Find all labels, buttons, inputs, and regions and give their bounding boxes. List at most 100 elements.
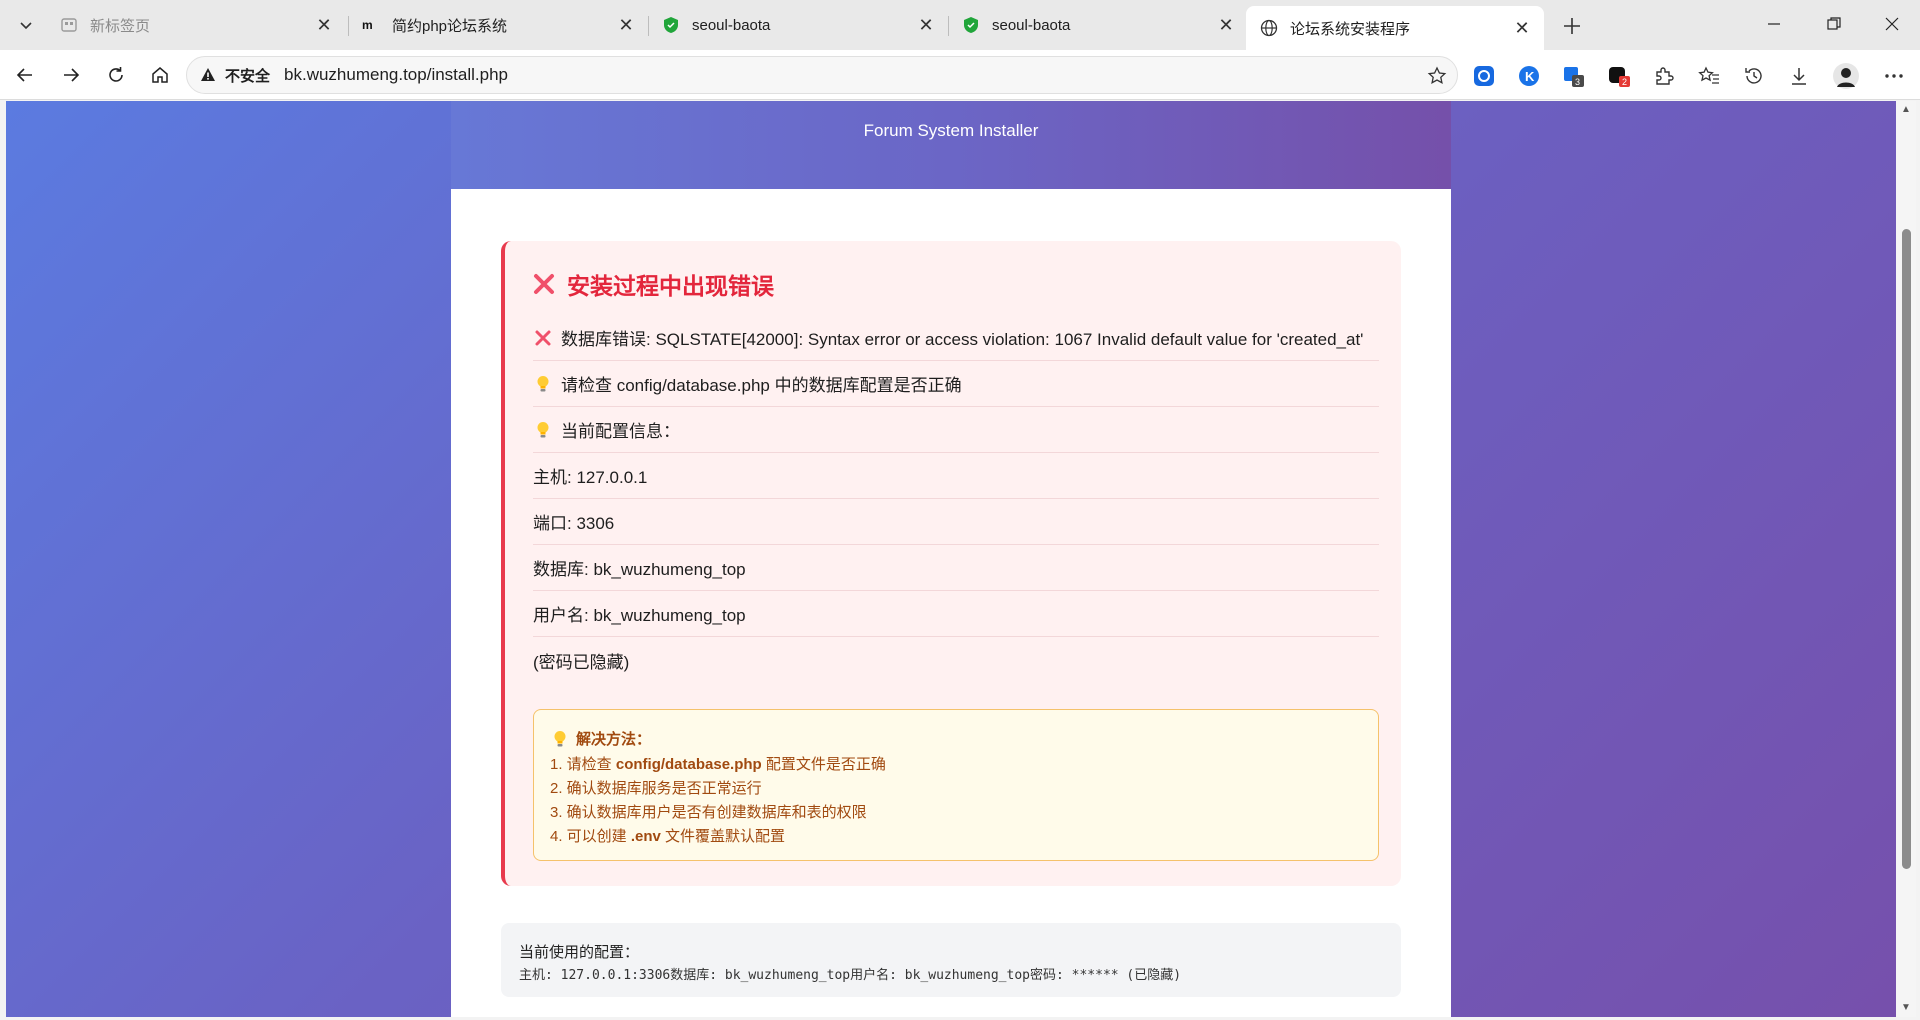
site-logo-icon: m <box>362 16 380 34</box>
installer-panel: Forum System Installer 安装过程中出现错误 数据库错误: … <box>451 101 1451 1017</box>
svg-text:m: m <box>362 18 373 32</box>
config-info-heading-text: 当前配置信息： <box>561 422 680 441</box>
config-password-text: (密码已隐藏) <box>533 652 630 672</box>
new-tab-page-icon <box>60 16 78 34</box>
warning-icon[interactable] <box>199 66 217 84</box>
tab-actions-menu-button[interactable] <box>8 8 44 42</box>
solution-item: 4. 可以创建 .env 文件覆盖默认配置 <box>550 825 1362 849</box>
svg-text:K: K <box>1525 69 1535 84</box>
extension-screenshot-icon[interactable] <box>1470 62 1498 90</box>
config-port-line: 端口: 3306 <box>533 499 1379 545</box>
forward-button[interactable] <box>54 58 88 92</box>
tab-title: seoul-baota <box>692 16 771 34</box>
favorite-star-icon[interactable] <box>1425 64 1449 88</box>
tab-title: 简约php论坛系统 <box>392 17 508 35</box>
close-window-button[interactable] <box>1864 0 1920 48</box>
extension-k-icon[interactable]: K <box>1515 62 1543 90</box>
scroll-down-arrow-icon[interactable]: ▼ <box>1900 1003 1912 1013</box>
close-tab-icon[interactable]: ✕ <box>614 13 638 37</box>
minimize-icon <box>1768 23 1780 25</box>
scroll-up-arrow-icon[interactable]: ▲ <box>1900 105 1912 115</box>
favorites-icon[interactable] <box>1695 62 1723 90</box>
config-password-line: (密码已隐藏) <box>533 637 1379 683</box>
solution-item: 3. 确认数据库用户是否有创建数据库和表的权限 <box>550 801 1362 825</box>
close-icon <box>1885 17 1899 31</box>
config-username-text: 用户名: bk_wuzhumeng_top <box>533 606 746 625</box>
solution-item-text: 4. 可以创建 <box>550 828 631 845</box>
restore-button[interactable] <box>1806 0 1862 48</box>
error-title: 安装过程中出现错误 <box>533 267 774 301</box>
current-config-line: 主机: 127.0.0.1:3306数据库: bk_wuzhumeng_top用… <box>519 968 1182 983</box>
solution-item-code: .env <box>630 828 661 845</box>
config-port-text: 端口: 3306 <box>533 514 615 533</box>
tab-installer-active[interactable]: 论坛系统安装程序 ✕ <box>1246 6 1544 50</box>
close-tab-icon[interactable]: ✕ <box>914 13 938 37</box>
shield-icon <box>662 16 680 34</box>
url-text[interactable]: bk.wuzhumeng.top/install.php <box>284 65 508 85</box>
solution-item: 2. 确认数据库服务是否正常运行 <box>550 777 1362 801</box>
close-tab-icon[interactable]: ✕ <box>1214 13 1238 37</box>
error-message-text: 数据库错误: SQLSTATE[42000]: Syntax error or … <box>561 330 1364 349</box>
solution-title: 解决方法： <box>550 728 1362 749</box>
solution-item-text: 2. 确认数据库服务是否正常运行 <box>550 780 762 797</box>
svg-text:2: 2 <box>1622 77 1627 87</box>
tab-seoul-baota-2[interactable]: seoul-baota ✕ <box>948 7 1248 43</box>
installer-header: Forum System Installer <box>451 101 1451 189</box>
solution-item: 1. 请检查 config/database.php 配置文件是否正确 <box>550 753 1362 777</box>
plus-icon <box>1564 18 1580 34</box>
globe-icon <box>1260 19 1278 37</box>
error-hint-line: 请检查 config/database.php 中的数据库配置是否正确 <box>533 361 1379 407</box>
shield-icon <box>962 16 980 34</box>
solution-box: 解决方法： 1. 请检查 config/database.php 配置文件是否正… <box>533 709 1379 861</box>
config-info-heading-line: 当前配置信息： <box>533 407 1379 453</box>
minimize-button[interactable] <box>1746 0 1802 48</box>
page-scrollbar[interactable]: ▲ ▼ <box>1896 101 1916 1017</box>
config-database-line: 数据库: bk_wuzhumeng_top <box>533 545 1379 591</box>
extension-translate-icon[interactable]: 3 <box>1560 62 1588 90</box>
browser-toolbar: 不安全 bk.wuzhumeng.top/install.php K 3 2 <box>0 50 1920 100</box>
more-menu-icon[interactable] <box>1880 62 1908 90</box>
reload-button[interactable] <box>99 58 133 92</box>
close-tab-icon[interactable]: ✕ <box>1510 16 1534 40</box>
tab-title: 新标签页 <box>90 17 151 35</box>
download-icon[interactable] <box>1785 62 1813 90</box>
tab-strip: 新标签页 ✕ m 简约php论坛系统 ✕ seoul-baota ✕ seoul… <box>0 0 1920 50</box>
bulb-icon <box>533 420 553 440</box>
x-icon <box>533 273 555 295</box>
config-host-line: 主机: 127.0.0.1 <box>533 453 1379 499</box>
tab-new-tab[interactable]: 新标签页 ✕ <box>46 7 346 43</box>
config-username-line: 用户名: bk_wuzhumeng_top <box>533 591 1379 637</box>
scrollbar-thumb[interactable] <box>1902 229 1911 869</box>
solution-title-text: 解决方法： <box>576 731 652 748</box>
tab-title: seoul-baota <box>992 16 1071 34</box>
solution-item-code: config/database.php <box>615 756 762 773</box>
solution-list: 1. 请检查 config/database.php 配置文件是否正确 2. 确… <box>550 753 1362 849</box>
config-database-text: 数据库: bk_wuzhumeng_top <box>533 560 746 579</box>
solution-item-text: 文件覆盖默认配置 <box>660 828 786 845</box>
history-icon[interactable] <box>1740 62 1768 90</box>
error-title-text: 安装过程中出现错误 <box>567 273 774 299</box>
restore-icon <box>1827 17 1841 30</box>
address-bar[interactable]: 不安全 bk.wuzhumeng.top/install.php <box>186 56 1458 94</box>
tab-seoul-baota-1[interactable]: seoul-baota ✕ <box>648 7 948 43</box>
profile-avatar[interactable] <box>1832 62 1860 90</box>
solution-item-text: 配置文件是否正确 <box>761 756 886 773</box>
arrow-right-icon <box>64 68 80 82</box>
page-viewport: Forum System Installer 安装过程中出现错误 数据库错误: … <box>6 101 1896 1017</box>
tab-title: 论坛系统安装程序 <box>1290 20 1411 38</box>
home-button[interactable] <box>143 58 177 92</box>
header-subtitle: Forum System Installer <box>863 121 1039 140</box>
solution-item-text: 3. 确认数据库用户是否有创建数据库和表的权限 <box>550 804 867 821</box>
x-icon <box>533 328 553 348</box>
new-tab-button[interactable] <box>1556 10 1588 42</box>
extensions-puzzle-icon[interactable] <box>1650 62 1678 90</box>
bulb-icon <box>550 729 570 749</box>
current-config-title: 当前使用的配置： <box>519 944 640 961</box>
close-tab-icon[interactable]: ✕ <box>312 13 336 37</box>
tab-forum-site[interactable]: m 简约php论坛系统 ✕ <box>348 7 648 43</box>
back-button[interactable] <box>8 58 42 92</box>
extension-notes-icon[interactable]: 2 <box>1605 62 1633 90</box>
current-config-box: 当前使用的配置： 主机: 127.0.0.1:3306数据库: bk_wuzhu… <box>501 923 1401 997</box>
bulb-icon <box>533 374 553 394</box>
security-status-label[interactable]: 不安全 <box>225 65 270 86</box>
